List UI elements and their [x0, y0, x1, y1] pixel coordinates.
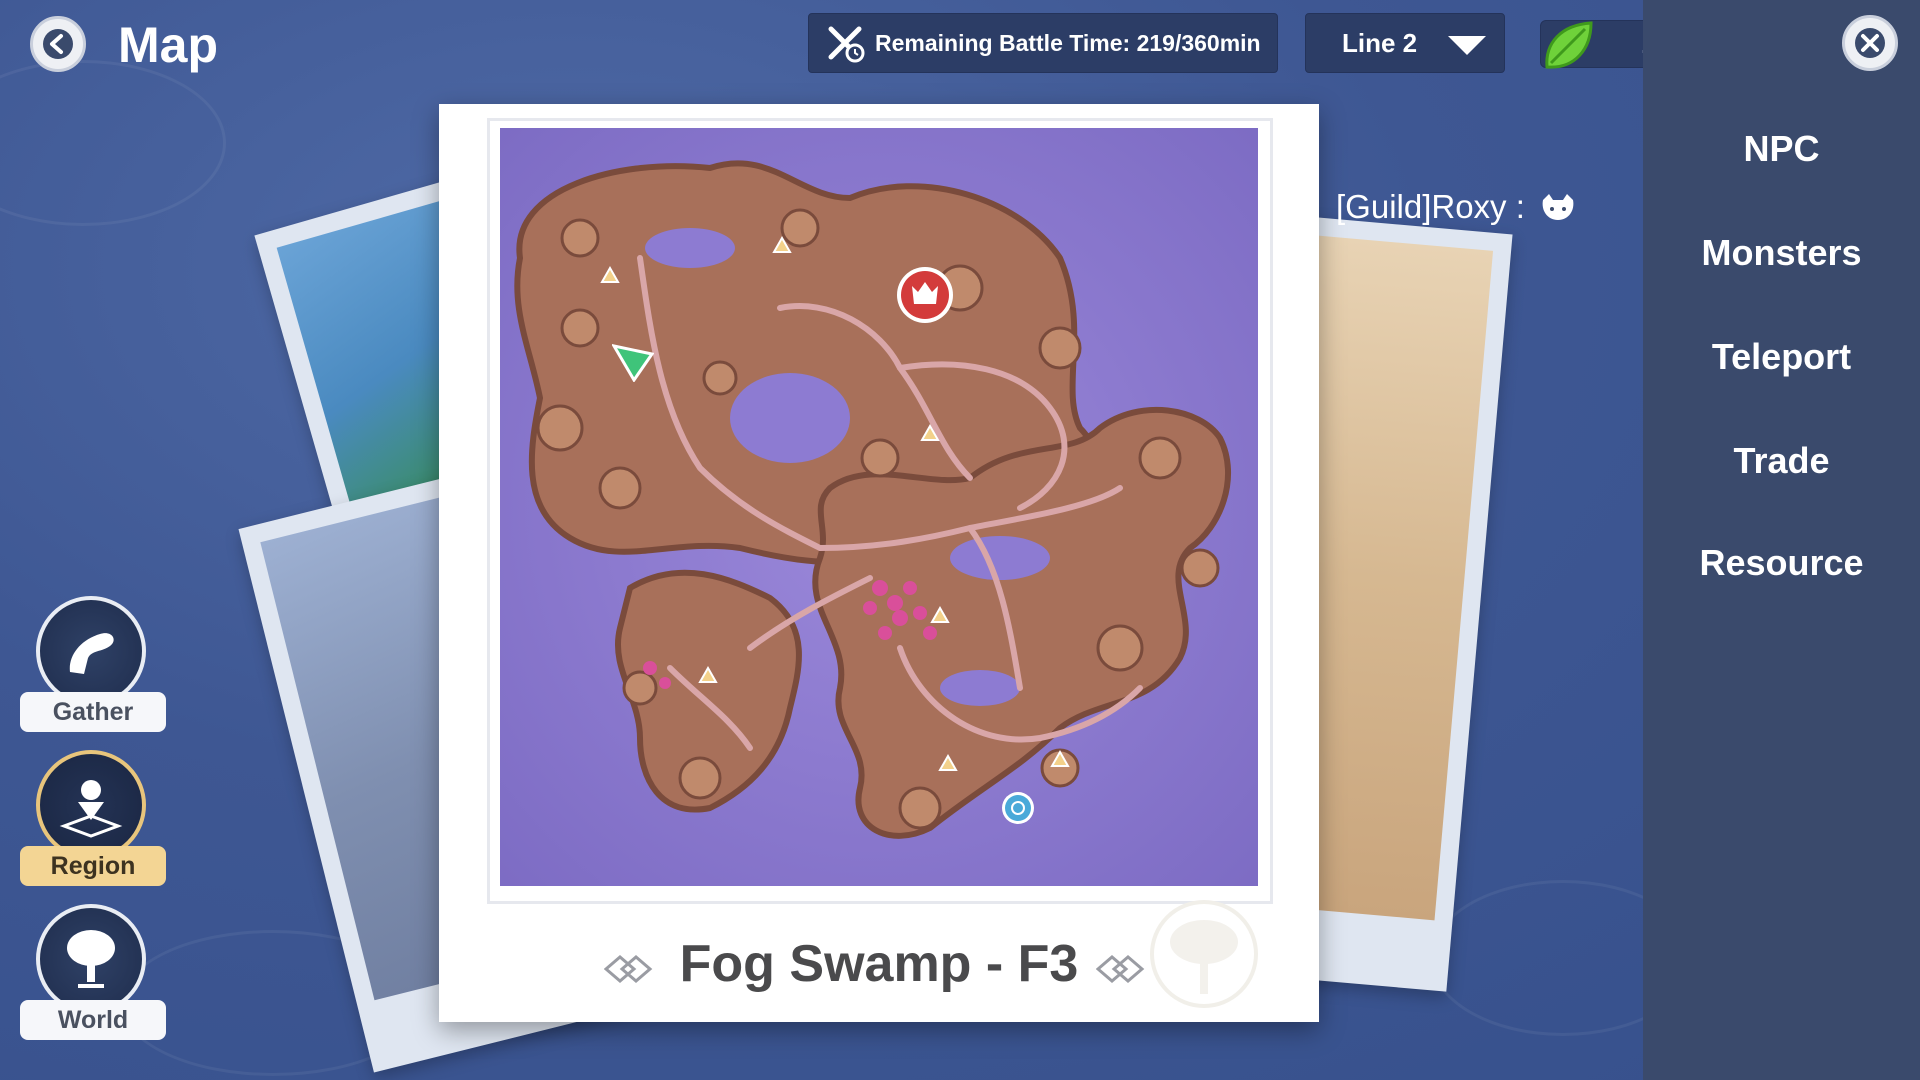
cat-emote-icon — [1542, 194, 1574, 220]
right-menu-panel: NPC Monsters Teleport Trade Resource — [1643, 0, 1920, 1080]
region-label: Region — [20, 846, 166, 886]
menu-item-trade[interactable]: Trade — [1643, 440, 1920, 482]
guild-chat-message[interactable]: [Guild]Roxy : — [1336, 188, 1577, 226]
map-pin-icon — [36, 750, 146, 860]
page-title: Map — [118, 17, 218, 73]
chevron-down-icon — [1448, 36, 1486, 55]
player-arrow-icon — [610, 340, 655, 383]
menu-item-resource[interactable]: Resource — [1643, 542, 1920, 584]
line-select-value: Line 2 — [1342, 27, 1418, 58]
gather-label: Gather — [20, 692, 166, 732]
close-button[interactable] — [1842, 15, 1898, 71]
boss-marker-icon[interactable] — [894, 264, 956, 326]
guild-chat-text: [Guild]Roxy : — [1336, 188, 1525, 225]
back-button[interactable] — [30, 16, 86, 72]
tree-icon — [36, 904, 146, 1014]
world-label: World — [20, 1000, 166, 1040]
teleport-marker-icon[interactable] — [1000, 790, 1036, 826]
bg-swirl — [0, 60, 226, 226]
ornament-icon — [603, 937, 662, 997]
battle-time-label: Remaining Battle Time: 219/360min — [875, 29, 1261, 56]
region-map[interactable] — [500, 128, 1258, 886]
menu-item-teleport[interactable]: Teleport — [1643, 336, 1920, 378]
line-select-dropdown[interactable]: Line 2 — [1305, 13, 1505, 73]
crossed-swords-icon — [828, 26, 865, 63]
leaf-icon — [1545, 21, 1593, 69]
tree-watermark-icon — [1150, 900, 1258, 1008]
menu-item-npc[interactable]: NPC — [1643, 128, 1920, 170]
hand-icon — [36, 596, 146, 706]
back-arrow-icon — [43, 29, 73, 59]
menu-item-monsters[interactable]: Monsters — [1643, 232, 1920, 274]
close-icon — [1855, 28, 1885, 58]
map-title: Fog Swamp - F3 — [679, 935, 1079, 993]
battle-time-display: Remaining Battle Time: 219/360min — [808, 13, 1278, 73]
